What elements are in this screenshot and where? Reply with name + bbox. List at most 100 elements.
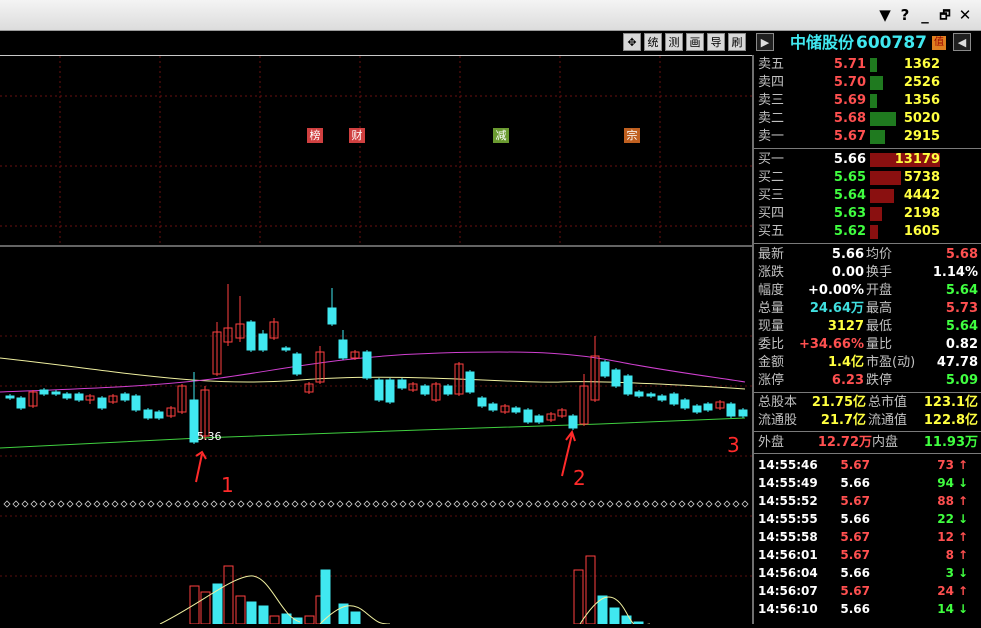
bid-row[interactable]: 买五 5.62 1605 [758, 223, 978, 241]
separator-diamond [498, 500, 506, 508]
separator-diamond [615, 500, 623, 508]
ask-price: 5.68 [833, 111, 866, 126]
separator-diamond [696, 500, 704, 508]
stat-value: 5.73 [945, 301, 978, 316]
ask-label: 卖三 [758, 93, 785, 108]
separator-diamond [624, 500, 632, 508]
tick-price: 5.67 [840, 494, 870, 508]
help-icon[interactable]: ? [896, 5, 914, 25]
window-titlebar: ▼ ? _ 🗗 ✕ [0, 0, 981, 31]
tool-draw-button[interactable]: 画 [686, 33, 704, 51]
separator-diamond [300, 500, 308, 508]
stat-row: 现量 3127 最低 5.64 [758, 318, 978, 336]
candle-down [738, 409, 748, 417]
marker-finance[interactable]: 财 [349, 128, 365, 143]
crosshair-icon[interactable]: ✥ [623, 33, 641, 51]
arrow-up-icon: ↑ [958, 548, 969, 562]
arrow-down-icon: ↓ [958, 476, 969, 490]
tick-price: 5.67 [840, 458, 870, 472]
candle-down [362, 351, 372, 379]
tool-stat-button[interactable]: 统 [644, 33, 662, 51]
separator-diamond [363, 500, 371, 508]
ask-volume: 2526 [903, 75, 940, 90]
separator-diamond [183, 500, 191, 508]
candle-down [143, 409, 153, 419]
stat-value: 5.68 [945, 247, 978, 262]
separator-diamond [588, 500, 596, 508]
separator-diamond [210, 500, 218, 508]
bid-row[interactable]: 买四 5.63 2198 [758, 205, 978, 223]
candle-down [511, 407, 521, 413]
tick-price: 5.67 [840, 584, 870, 598]
separator-diamond [732, 500, 740, 508]
candle-down [420, 385, 430, 395]
tool-refresh-button[interactable]: 刷 [728, 33, 746, 51]
bid-volume: 1605 [903, 224, 940, 239]
bid-label: 买五 [758, 224, 785, 239]
tick-price: 5.67 [840, 548, 870, 562]
separator-diamond [552, 500, 560, 508]
candle-down [443, 385, 453, 395]
separator-diamond [147, 500, 155, 508]
tick-price: 5.67 [840, 530, 870, 544]
tick-volume: 94 [937, 476, 954, 490]
stat-label: 委比 [758, 337, 785, 352]
bid-row[interactable]: 买三 5.64 4442 [758, 187, 978, 205]
tick-time: 14:56:10 [758, 602, 818, 616]
marker-block-trade[interactable]: 宗 [624, 128, 640, 143]
kline-chart-area[interactable]: 榜 财 减 宗 5.36 1 2 3 [0, 56, 752, 628]
bid-price: 5.64 [833, 188, 866, 203]
separator-diamond [282, 500, 290, 508]
collapse-left-icon[interactable]: ◀ [953, 33, 971, 51]
ask-row[interactable]: 卖四 5.70 2526 [758, 74, 978, 92]
separator-diamond [579, 500, 587, 508]
ask-row[interactable]: 卖二 5.68 5020 [758, 110, 978, 128]
tick-volume: 88 [937, 494, 954, 508]
volume-bar-up [189, 585, 200, 625]
candle-down [97, 397, 107, 409]
ask-row[interactable]: 卖一 5.67 2915 [758, 128, 978, 146]
ask-row[interactable]: 卖三 5.69 1356 [758, 92, 978, 110]
tool-measure-button[interactable]: 测 [665, 33, 683, 51]
tick-volume: 14 [937, 602, 954, 616]
marker-list[interactable]: 榜 [307, 128, 323, 143]
candle-down [465, 371, 475, 393]
close-icon[interactable]: ✕ [956, 5, 974, 25]
candle-down [74, 393, 84, 401]
separator-diamond [597, 500, 605, 508]
separator-diamond [714, 500, 722, 508]
stat-label: 最高 [866, 301, 893, 316]
restore-icon[interactable]: 🗗 [936, 5, 954, 25]
ask-row[interactable]: 卖五 5.71 1362 [758, 56, 978, 74]
divider [754, 431, 981, 432]
ask-volume: 2915 [903, 129, 940, 144]
marker-reduce[interactable]: 减 [493, 128, 509, 143]
chart-toolbar: ✥ 统 测 画 导 刷 [0, 31, 752, 56]
bid-row[interactable]: 买一 5.66 13179 [758, 151, 978, 169]
bid-label: 买一 [758, 152, 785, 167]
bid-row[interactable]: 买二 5.65 5738 [758, 169, 978, 187]
divider [754, 392, 981, 393]
stat-value: 47.78 [936, 355, 978, 370]
expand-right-icon[interactable]: ▶ [756, 33, 774, 51]
candle-down [680, 399, 690, 409]
stat-value: 5.66 [831, 247, 864, 262]
candle-down [623, 375, 633, 395]
value-badge[interactable]: 值 [932, 36, 946, 50]
capital-label: 总市值 [868, 395, 908, 410]
capital-value: 21.75亿 [811, 395, 866, 410]
bid-label: 买四 [758, 206, 785, 221]
stat-label: 涨停 [758, 373, 785, 388]
bid-volume: 13179 [894, 152, 940, 167]
separator-diamond [192, 500, 200, 508]
minimize-icon[interactable]: _ [916, 5, 934, 25]
arrow-up-icon: ↑ [958, 458, 969, 472]
ask-label: 卖一 [758, 129, 785, 144]
stat-value: +34.66% [798, 337, 864, 352]
dropdown-icon[interactable]: ▼ [876, 5, 894, 25]
tick-price: 5.66 [840, 566, 870, 580]
annotation-1: 1 [221, 473, 234, 497]
tick-row: 14:56:01 5.67 8 ↑ [758, 546, 978, 564]
stat-value: 1.4亿 [827, 355, 864, 370]
tool-export-button[interactable]: 导 [707, 33, 725, 51]
